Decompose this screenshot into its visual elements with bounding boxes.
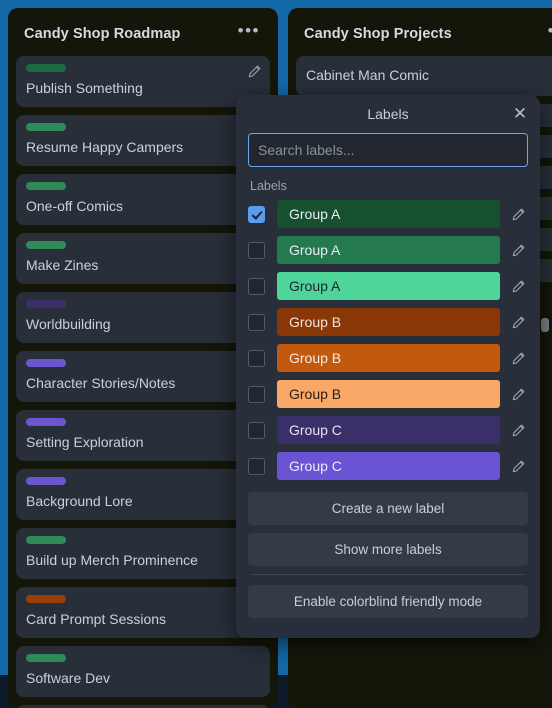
card-title: Publish Something	[26, 80, 143, 96]
card-label-chip	[26, 536, 66, 544]
card-title: Setting Exploration	[26, 434, 144, 450]
card-label-chip	[26, 359, 66, 367]
label-row: Group A	[248, 272, 528, 300]
card-title: One-off Comics	[26, 198, 123, 214]
list-menu-icon[interactable]: •••	[546, 22, 552, 41]
close-icon[interactable]: ✕	[510, 104, 530, 124]
list-title: Candy Shop Projects	[304, 26, 452, 42]
list-menu-icon[interactable]: •••	[236, 22, 262, 41]
label-chip[interactable]: Group B	[277, 344, 500, 372]
search-wrap	[236, 133, 540, 167]
label-checkbox[interactable]	[248, 385, 265, 403]
label-checkbox[interactable]	[248, 241, 265, 259]
card-label-chip	[26, 64, 66, 72]
label-checkbox[interactable]	[248, 277, 265, 295]
card-label-chip	[26, 477, 66, 485]
card[interactable]: Make Zines	[16, 233, 270, 284]
card[interactable]: Background Lore	[16, 469, 270, 520]
card-title: Make Zines	[26, 257, 99, 273]
label-checkbox[interactable]	[248, 205, 265, 223]
popup-actions: Create a new label Show more labels Enab…	[236, 488, 540, 618]
label-chip[interactable]: Group C	[277, 416, 500, 444]
label-checkbox[interactable]	[248, 421, 265, 439]
label-chip[interactable]: Group A	[277, 272, 500, 300]
edit-pencil-icon[interactable]	[511, 207, 526, 222]
label-checkbox[interactable]	[248, 313, 265, 331]
card-title: Background Lore	[26, 493, 133, 509]
board-scrollbar[interactable]	[541, 318, 549, 332]
create-a-new-label-button[interactable]: Create a new label	[248, 492, 528, 525]
list-header: Candy Shop Roadmap •••	[8, 8, 278, 56]
card[interactable]: Build up Merch Prominence	[16, 528, 270, 579]
edit-pencil-icon[interactable]	[511, 279, 526, 294]
label-row: Group C	[248, 416, 528, 444]
labels-section-title: Labels	[250, 179, 287, 193]
card-title: Card Prompt Sessions	[26, 611, 167, 627]
card[interactable]: Cabinet Man Comic	[296, 56, 552, 96]
edit-pencil-icon[interactable]	[511, 243, 526, 258]
label-row: Group B	[248, 308, 528, 336]
label-checkbox[interactable]	[248, 457, 265, 475]
card-title: Cabinet Man Comic	[306, 67, 429, 83]
card-label-chip	[26, 123, 66, 131]
label-list: Group A Group A Group A Group B Group B Group…	[236, 200, 540, 480]
divider	[250, 574, 526, 575]
popup-header: Labels ✕	[236, 95, 540, 133]
edit-pencil-icon[interactable]	[511, 459, 526, 474]
list-header: Candy Shop Projects •••	[288, 8, 552, 56]
card-label-chip	[26, 300, 66, 308]
card-label-chip	[26, 182, 66, 190]
card[interactable]: Resume Happy Campers	[16, 115, 270, 166]
label-chip[interactable]: Group B	[277, 308, 500, 336]
card-title: Character Stories/Notes	[26, 375, 176, 391]
edit-pencil-icon[interactable]	[511, 423, 526, 438]
card-title: Build up Merch Prominence	[26, 552, 198, 568]
card-label-chip	[26, 654, 66, 662]
card-title: Software Dev	[26, 670, 111, 686]
card[interactable]: Setting Exploration	[16, 410, 270, 461]
card[interactable]: Worldbuilding	[16, 292, 270, 343]
show-more-labels-button[interactable]: Show more labels	[248, 533, 528, 566]
edit-pencil-icon[interactable]	[511, 315, 526, 330]
card-title: Resume Happy Campers	[26, 139, 184, 155]
label-row: Group A	[248, 236, 528, 264]
label-row: Group A	[248, 200, 528, 228]
card[interactable]: Software Dev	[16, 646, 270, 697]
label-row: Group B	[248, 344, 528, 372]
label-row: Group C	[248, 452, 528, 480]
card[interactable]: Publish Something	[16, 56, 270, 107]
enable-colorblind-friendly-mode-button[interactable]: Enable colorblind friendly mode	[248, 585, 528, 618]
card[interactable]: Character Stories/Notes	[16, 351, 270, 402]
card-label-chip	[26, 418, 66, 426]
edit-pencil-icon[interactable]	[247, 64, 262, 79]
list-title: Candy Shop Roadmap	[24, 26, 181, 42]
card-title: Worldbuilding	[26, 316, 111, 332]
labels-popup: Labels ✕ Labels Group AGroup AGroup AGro…	[236, 95, 540, 638]
label-chip[interactable]: Group C	[277, 452, 500, 480]
label-row: Group B	[248, 380, 528, 408]
label-chip[interactable]: Group B	[277, 380, 500, 408]
label-chip[interactable]: Group A	[277, 236, 500, 264]
label-chip[interactable]: Group A	[277, 200, 500, 228]
card[interactable]: Card Prompt Sessions	[16, 587, 270, 638]
card-label-chip	[26, 241, 66, 249]
card[interactable]: One-off Comics	[16, 174, 270, 225]
search-labels-input[interactable]	[248, 133, 528, 167]
popup-title: Labels	[367, 106, 409, 122]
edit-pencil-icon[interactable]	[511, 351, 526, 366]
label-checkbox[interactable]	[248, 349, 265, 367]
edit-pencil-icon[interactable]	[511, 387, 526, 402]
card-label-chip	[26, 595, 66, 603]
